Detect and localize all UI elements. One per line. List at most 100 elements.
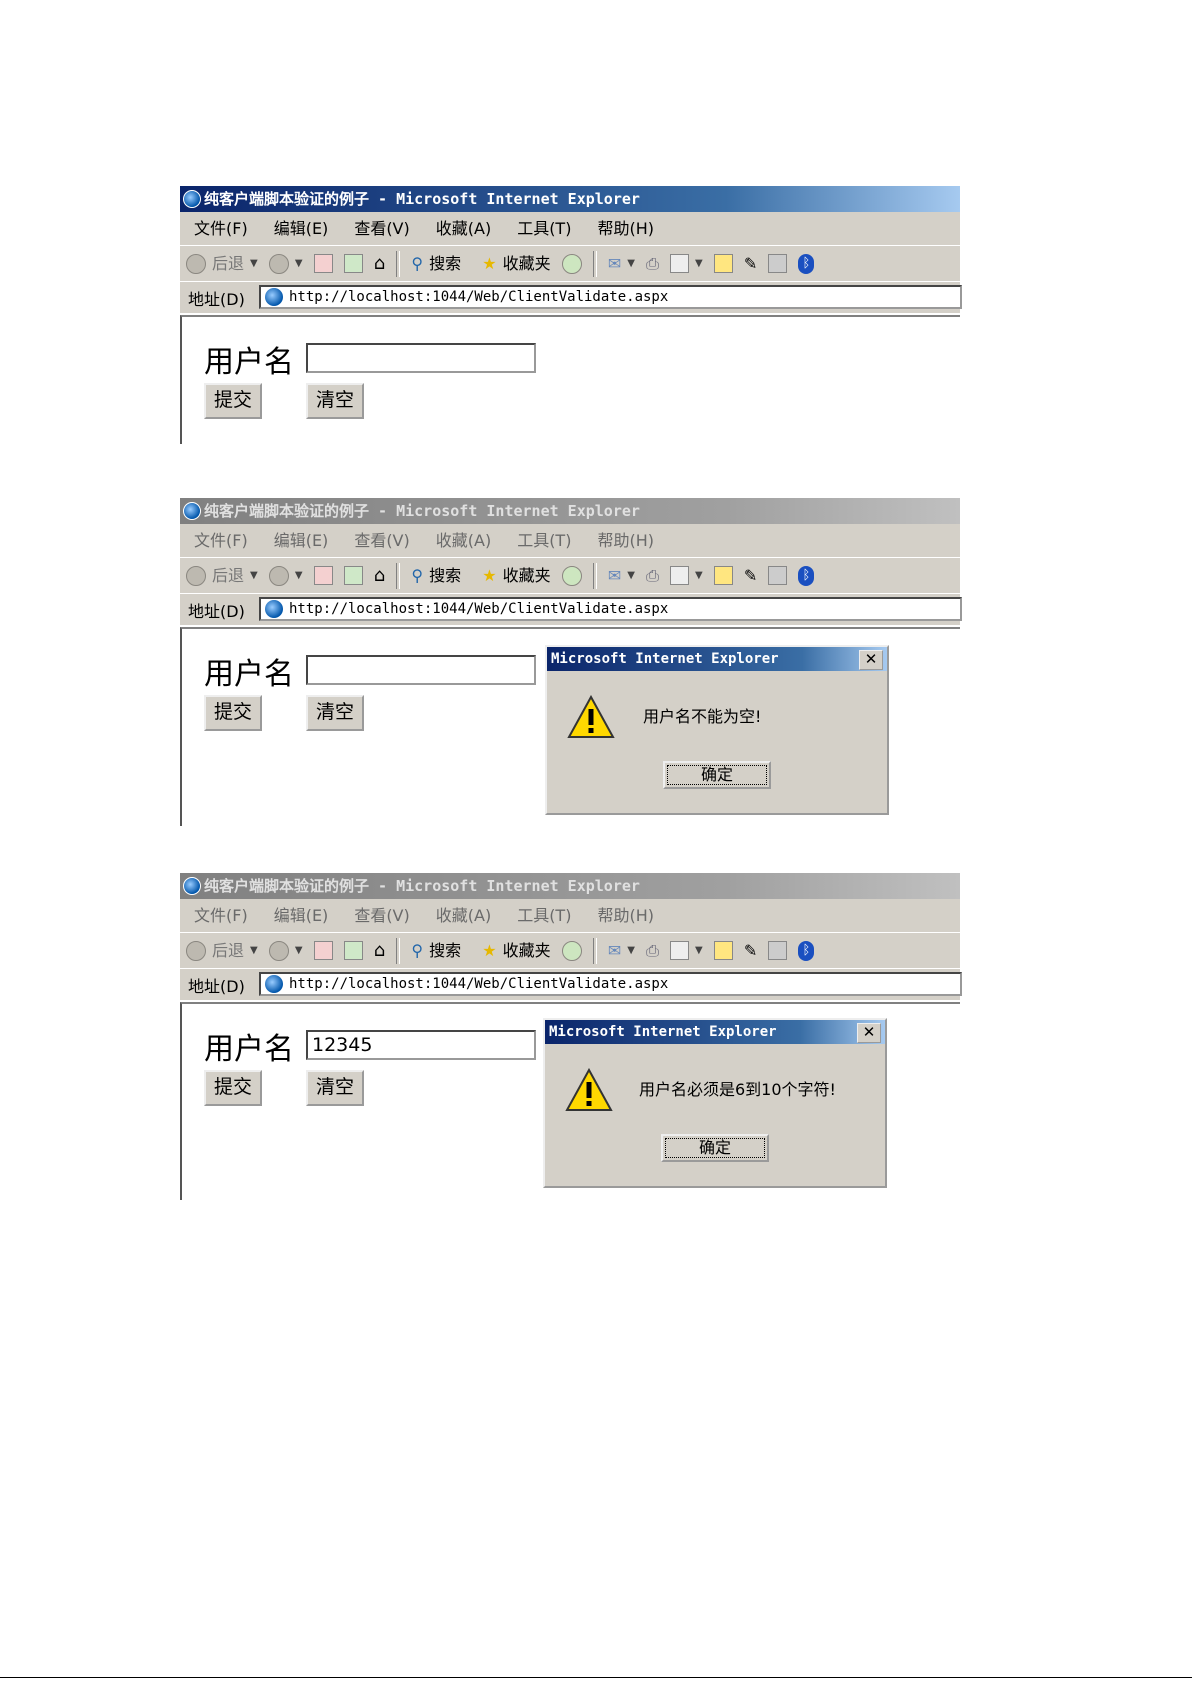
print-icon[interactable]: ⎙ bbox=[646, 559, 659, 593]
media-icon[interactable] bbox=[561, 940, 582, 961]
media-icon[interactable] bbox=[561, 253, 582, 274]
chevron-down-icon[interactable]: ▼ bbox=[295, 247, 303, 281]
media-icon[interactable] bbox=[561, 565, 582, 586]
messenger-icon[interactable] bbox=[713, 254, 733, 273]
chevron-down-icon[interactable]: ▼ bbox=[695, 934, 703, 968]
chevron-down-icon[interactable]: ▼ bbox=[250, 247, 258, 281]
chevron-down-icon[interactable]: ▼ bbox=[627, 559, 635, 593]
submit-button[interactable]: 提交 bbox=[204, 1070, 262, 1106]
menu-help[interactable]: 帮助(H) bbox=[597, 524, 654, 557]
favorites-button[interactable]: 收藏夹 bbox=[503, 934, 551, 968]
username-input[interactable] bbox=[306, 343, 536, 373]
menu-tools[interactable]: 工具(T) bbox=[517, 899, 571, 932]
print-icon[interactable]: ⎙ bbox=[646, 934, 659, 968]
messenger-icon[interactable] bbox=[713, 566, 733, 585]
favorites-button[interactable]: 收藏夹 bbox=[503, 559, 551, 593]
search-button[interactable]: 搜索 bbox=[429, 247, 461, 281]
media-bar-icon[interactable] bbox=[768, 254, 788, 273]
search-button[interactable]: 搜索 bbox=[429, 934, 461, 968]
bluetooth-icon[interactable]: ᛒ bbox=[798, 253, 815, 274]
search-button[interactable]: 搜索 bbox=[429, 559, 461, 593]
ok-button[interactable]: 确定 bbox=[661, 1134, 769, 1162]
menu-help[interactable]: 帮助(H) bbox=[597, 899, 654, 932]
forward-icon[interactable] bbox=[268, 940, 289, 961]
favorites-button[interactable]: 收藏夹 bbox=[503, 247, 551, 281]
forward-icon[interactable] bbox=[268, 565, 289, 586]
menu-favorites[interactable]: 收藏(A) bbox=[436, 212, 491, 245]
clear-button[interactable]: 清空 bbox=[306, 383, 364, 419]
favorites-star-icon[interactable]: ★ bbox=[482, 559, 496, 593]
close-icon[interactable]: ✕ bbox=[859, 650, 883, 670]
menu-edit[interactable]: 编辑(E) bbox=[274, 524, 329, 557]
ok-button[interactable]: 确定 bbox=[663, 761, 771, 789]
research-icon[interactable]: ✎ bbox=[744, 247, 757, 281]
menu-file[interactable]: 文件(F) bbox=[194, 899, 248, 932]
menu-file[interactable]: 文件(F) bbox=[194, 212, 248, 245]
menu-file[interactable]: 文件(F) bbox=[194, 524, 248, 557]
menu-tools[interactable]: 工具(T) bbox=[517, 524, 571, 557]
menu-edit[interactable]: 编辑(E) bbox=[274, 899, 329, 932]
close-icon[interactable]: ✕ bbox=[857, 1023, 881, 1043]
media-bar-icon[interactable] bbox=[768, 566, 788, 585]
chevron-down-icon[interactable]: ▼ bbox=[695, 247, 703, 281]
menu-view[interactable]: 查看(V) bbox=[354, 212, 409, 245]
print-icon[interactable]: ⎙ bbox=[646, 247, 659, 281]
edit-icon[interactable] bbox=[670, 941, 689, 960]
address-input[interactable]: http://localhost:1044/Web/ClientValidate… bbox=[259, 285, 962, 309]
menu-view[interactable]: 查看(V) bbox=[354, 524, 409, 557]
chevron-down-icon[interactable]: ▼ bbox=[627, 247, 635, 281]
menu-edit[interactable]: 编辑(E) bbox=[274, 212, 329, 245]
home-icon[interactable]: ⌂ bbox=[374, 247, 385, 281]
research-icon[interactable]: ✎ bbox=[744, 559, 757, 593]
chevron-down-icon[interactable]: ▼ bbox=[295, 559, 303, 593]
favorites-star-icon[interactable]: ★ bbox=[482, 934, 496, 968]
menu-help[interactable]: 帮助(H) bbox=[597, 212, 654, 245]
chevron-down-icon[interactable]: ▼ bbox=[250, 559, 258, 593]
home-icon[interactable]: ⌂ bbox=[374, 559, 385, 593]
search-icon[interactable]: ⚲ bbox=[411, 559, 423, 593]
stop-icon[interactable] bbox=[313, 254, 333, 273]
bluetooth-icon[interactable]: ᛒ bbox=[798, 940, 815, 961]
address-input[interactable]: http://localhost:1044/Web/ClientValidate… bbox=[259, 972, 962, 996]
back-icon[interactable] bbox=[186, 565, 206, 586]
clear-button[interactable]: 清空 bbox=[306, 1070, 364, 1106]
stop-icon[interactable] bbox=[313, 566, 333, 585]
edit-icon[interactable] bbox=[670, 254, 689, 273]
search-icon[interactable]: ⚲ bbox=[411, 934, 423, 968]
forward-icon[interactable] bbox=[268, 253, 289, 274]
mail-icon[interactable]: ✉ bbox=[608, 934, 621, 968]
refresh-icon[interactable] bbox=[343, 941, 363, 960]
menu-favorites[interactable]: 收藏(A) bbox=[436, 899, 491, 932]
address-input[interactable]: http://localhost:1044/Web/ClientValidate… bbox=[259, 597, 962, 621]
stop-icon[interactable] bbox=[313, 941, 333, 960]
chevron-down-icon[interactable]: ▼ bbox=[295, 934, 303, 968]
refresh-icon[interactable] bbox=[343, 566, 363, 585]
bluetooth-icon[interactable]: ᛒ bbox=[798, 565, 815, 586]
back-button[interactable]: 后退 bbox=[212, 934, 244, 968]
mail-icon[interactable]: ✉ bbox=[608, 247, 621, 281]
clear-button[interactable]: 清空 bbox=[306, 695, 364, 731]
username-input[interactable]: 12345 bbox=[306, 1030, 536, 1060]
username-input[interactable] bbox=[306, 655, 536, 685]
home-icon[interactable]: ⌂ bbox=[374, 934, 385, 968]
refresh-icon[interactable] bbox=[343, 254, 363, 273]
back-icon[interactable] bbox=[186, 253, 206, 274]
chevron-down-icon[interactable]: ▼ bbox=[250, 934, 258, 968]
search-icon[interactable]: ⚲ bbox=[411, 247, 423, 281]
edit-icon[interactable] bbox=[670, 566, 689, 585]
research-icon[interactable]: ✎ bbox=[744, 934, 757, 968]
submit-button[interactable]: 提交 bbox=[204, 383, 262, 419]
menu-favorites[interactable]: 收藏(A) bbox=[436, 524, 491, 557]
favorites-star-icon[interactable]: ★ bbox=[482, 247, 496, 281]
back-icon[interactable] bbox=[186, 940, 206, 961]
media-bar-icon[interactable] bbox=[768, 941, 788, 960]
chevron-down-icon[interactable]: ▼ bbox=[627, 934, 635, 968]
menu-tools[interactable]: 工具(T) bbox=[517, 212, 571, 245]
submit-button[interactable]: 提交 bbox=[204, 695, 262, 731]
mail-icon[interactable]: ✉ bbox=[608, 559, 621, 593]
back-button[interactable]: 后退 bbox=[212, 247, 244, 281]
back-button[interactable]: 后退 bbox=[212, 559, 244, 593]
menu-view[interactable]: 查看(V) bbox=[354, 899, 409, 932]
chevron-down-icon[interactable]: ▼ bbox=[695, 559, 703, 593]
messenger-icon[interactable] bbox=[713, 941, 733, 960]
